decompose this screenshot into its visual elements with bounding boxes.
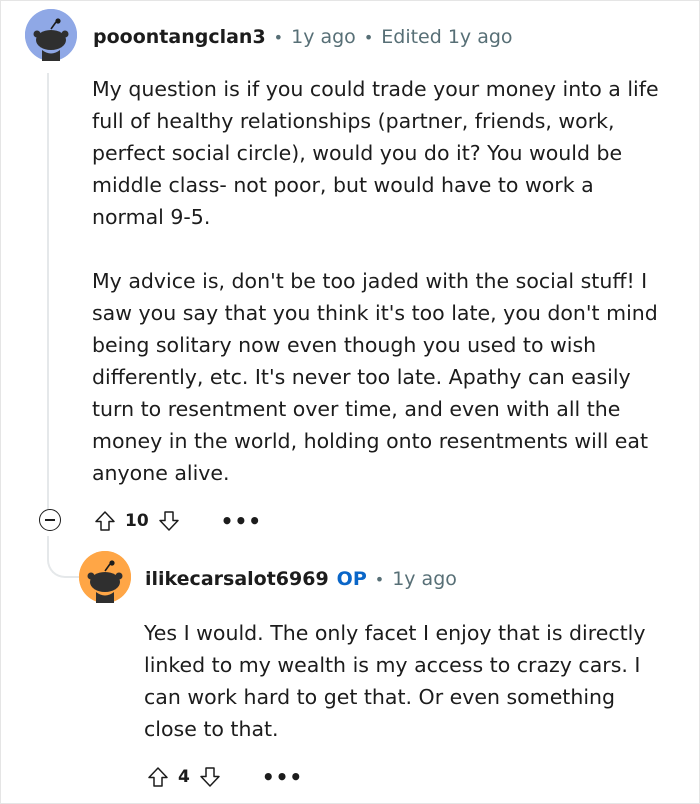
comment-body: My question is if you could trade your m…: [92, 73, 667, 489]
snoo-avatar-icon: [79, 551, 131, 603]
separator-dot: •: [273, 27, 284, 47]
thread-line[interactable]: [47, 73, 49, 513]
collapse-icon[interactable]: [39, 509, 61, 531]
reply-connector: [47, 536, 83, 578]
comment-paragraph: My advice is, don't be too jaded with th…: [92, 269, 658, 485]
comment-actions: 10 •••: [93, 506, 262, 536]
reply-header: ilikecarsalot6969 OP • 1y ago: [145, 565, 457, 593]
username[interactable]: pooontangclan3: [93, 26, 266, 48]
separator-dot: •: [363, 27, 374, 47]
reply-paragraph: Yes I would. The only facet I enjoy that…: [144, 621, 646, 741]
timestamp[interactable]: 1y ago: [392, 568, 457, 590]
comment-thread: pooontangclan3 • 1y ago • Edited 1y ago …: [0, 0, 700, 804]
reply-actions: 4 •••: [146, 762, 303, 792]
avatar[interactable]: [79, 551, 131, 603]
downvote-icon[interactable]: [157, 509, 181, 533]
upvote-icon[interactable]: [146, 765, 170, 789]
timestamp[interactable]: 1y ago: [291, 26, 356, 48]
username[interactable]: ilikecarsalot6969: [145, 568, 329, 590]
more-options-icon[interactable]: •••: [221, 511, 262, 531]
avatar[interactable]: [25, 9, 77, 61]
more-options-icon[interactable]: •••: [262, 767, 303, 787]
op-badge: OP: [336, 568, 367, 590]
vote-score: 4: [178, 767, 190, 787]
downvote-icon[interactable]: [198, 765, 222, 789]
reply-body: Yes I would. The only facet I enjoy that…: [144, 617, 654, 745]
comment-header: pooontangclan3 • 1y ago • Edited 1y ago: [93, 23, 513, 51]
snoo-avatar-icon: [25, 9, 77, 61]
separator-dot: •: [374, 569, 385, 589]
upvote-icon[interactable]: [93, 509, 117, 533]
comment-paragraph: My question is if you could trade your m…: [92, 77, 659, 229]
vote-score: 10: [125, 511, 149, 531]
edited-label: Edited 1y ago: [381, 26, 513, 48]
